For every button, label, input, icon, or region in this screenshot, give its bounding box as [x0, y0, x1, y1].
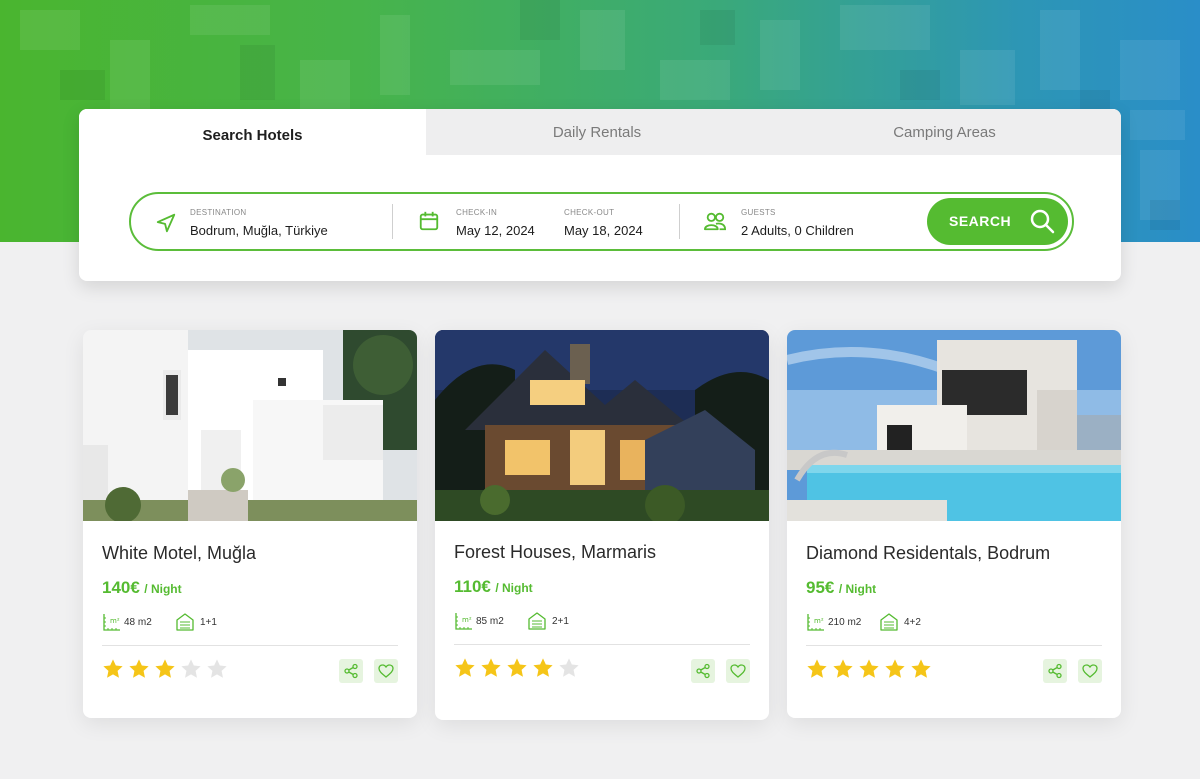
calendar-icon [419, 211, 439, 231]
rooms-info: 2+1 [527, 611, 577, 633]
rooms-value: 2+1 [552, 616, 569, 627]
share-icon [344, 663, 358, 679]
area-ruler-icon: m² [455, 613, 472, 630]
heart-icon [730, 664, 746, 678]
guests-label: GUESTS [741, 208, 776, 217]
star-filled-icon [533, 658, 553, 677]
search-bar: DESTINATION Bodrum, Muğla, Türkiye CHECK… [129, 192, 1074, 251]
search-icon [1030, 209, 1055, 234]
area-info: m² 210 m2 [806, 612, 876, 634]
share-button[interactable] [691, 659, 715, 683]
price-unit: / Night [144, 582, 182, 596]
listing-price: 95€ / Night [806, 578, 876, 598]
svg-text:m²: m² [110, 617, 120, 625]
house-icon [880, 613, 898, 631]
house-icon [528, 612, 546, 630]
tab-search-hotels[interactable]: Search Hotels [79, 109, 426, 155]
navigation-arrow-icon [156, 213, 176, 233]
destination-value: Bodrum, Muğla, Türkiye [190, 223, 328, 238]
area-ruler-icon: m² [807, 614, 824, 631]
divider [454, 644, 750, 645]
listing-card[interactable]: Diamond Residentals, Bodrum 95€ / Night … [787, 330, 1121, 718]
rooms-info: 4+2 [879, 612, 929, 634]
divider [392, 204, 393, 239]
search-button[interactable]: SEARCH [927, 198, 1068, 245]
price-amount: 140€ [102, 578, 140, 597]
search-panel: Search Hotels Daily Rentals Camping Area… [79, 109, 1121, 281]
destination-field[interactable]: DESTINATION Bodrum, Muğla, Türkiye [131, 194, 391, 249]
favorite-button[interactable] [374, 659, 398, 683]
rooms-info: 1+1 [175, 612, 225, 634]
tab-camping-areas[interactable]: Camping Areas [768, 109, 1121, 155]
star-filled-icon [507, 658, 527, 677]
price-amount: 110€ [454, 577, 491, 596]
rooms-value: 1+1 [200, 617, 217, 628]
checkin-value: May 12, 2024 [456, 223, 535, 238]
checkout-field[interactable]: CHECK-OUT May 18, 2024 [564, 194, 674, 249]
share-icon [696, 663, 710, 679]
svg-text:m²: m² [814, 617, 824, 625]
share-button[interactable] [1043, 659, 1067, 683]
price-unit: / Night [495, 581, 533, 595]
listing-price: 110€ / Night [454, 577, 533, 597]
favorite-button[interactable] [726, 659, 750, 683]
listing-card[interactable]: Forest Houses, Marmaris 110€ / Night m² … [435, 330, 769, 720]
star-filled-icon [155, 659, 175, 678]
listing-photo[interactable] [787, 330, 1121, 521]
area-value: 210 m2 [828, 617, 862, 628]
divider [679, 204, 680, 239]
star-empty-icon [181, 659, 201, 678]
listing-title[interactable]: White Motel, Muğla [102, 543, 256, 564]
star-filled-icon [833, 659, 853, 678]
listing-title[interactable]: Diamond Residentals, Bodrum [806, 543, 1050, 564]
area-ruler-icon: m² [103, 614, 120, 631]
listing-card[interactable]: White Motel, Muğla 140€ / Night m² 48 m2… [83, 330, 417, 718]
svg-text:m²: m² [462, 616, 472, 624]
star-rating [454, 657, 580, 681]
share-button[interactable] [339, 659, 363, 683]
listing-title[interactable]: Forest Houses, Marmaris [454, 542, 656, 563]
star-empty-icon [559, 658, 579, 677]
star-filled-icon [885, 659, 905, 678]
star-filled-icon [481, 658, 501, 677]
checkout-label: CHECK-OUT [564, 208, 615, 217]
listing-price: 140€ / Night [102, 578, 182, 598]
heart-icon [1082, 664, 1098, 678]
destination-label: DESTINATION [190, 208, 247, 217]
divider [806, 645, 1102, 646]
share-icon [1048, 663, 1062, 679]
search-button-label: SEARCH [949, 213, 1012, 229]
users-icon [704, 212, 727, 231]
guests-value: 2 Adults, 0 Children [741, 223, 854, 238]
price-amount: 95€ [806, 578, 835, 597]
tab-bar: Search Hotels Daily Rentals Camping Area… [79, 109, 1121, 155]
checkin-label: CHECK-IN [456, 208, 498, 217]
checkin-field[interactable]: CHECK-IN May 12, 2024 [406, 194, 546, 249]
divider [102, 645, 398, 646]
house-icon [176, 613, 194, 631]
price-unit: / Night [838, 582, 877, 596]
star-empty-icon [207, 659, 227, 678]
star-filled-icon [807, 659, 827, 678]
star-filled-icon [911, 659, 931, 678]
guests-field[interactable]: GUESTS 2 Adults, 0 Children [691, 194, 921, 249]
area-value: 48 m2 [124, 617, 152, 628]
star-rating [806, 658, 932, 682]
star-rating [102, 658, 228, 682]
star-filled-icon [103, 659, 123, 678]
area-info: m² 48 m2 [102, 612, 162, 634]
favorite-button[interactable] [1078, 659, 1102, 683]
area-info: m² 85 m2 [454, 611, 514, 633]
star-filled-icon [455, 658, 475, 677]
rooms-value: 4+2 [904, 617, 921, 628]
tab-daily-rentals[interactable]: Daily Rentals [426, 109, 768, 155]
star-filled-icon [859, 659, 879, 678]
listing-photo[interactable] [435, 330, 769, 521]
star-filled-icon [129, 659, 149, 678]
heart-icon [378, 664, 394, 678]
area-value: 85 m2 [476, 616, 504, 627]
listing-photo[interactable] [83, 330, 417, 521]
checkout-value: May 18, 2024 [564, 223, 643, 238]
